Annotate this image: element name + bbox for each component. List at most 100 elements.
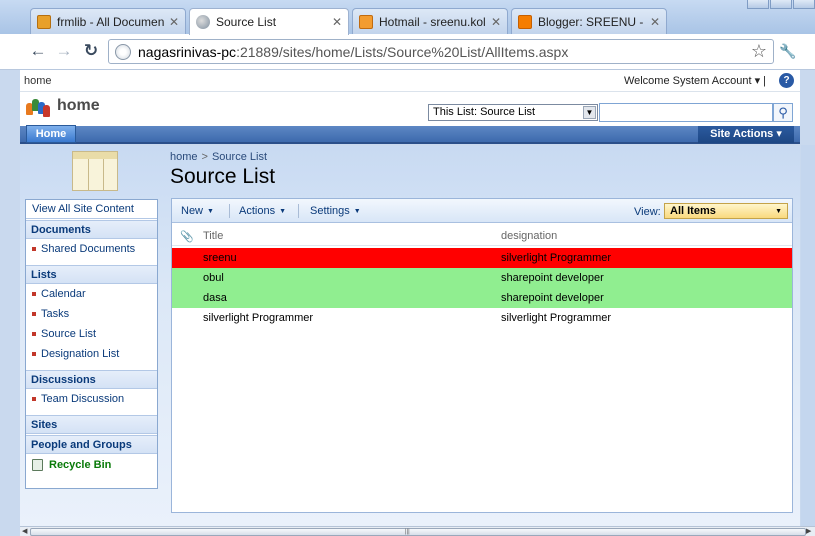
back-button[interactable]: ← <box>27 40 49 62</box>
site-logo-icon <box>26 98 50 118</box>
hotmail-icon <box>359 14 373 29</box>
forward-button[interactable]: → <box>53 40 75 62</box>
star-icon[interactable]: ☆ <box>751 41 767 62</box>
quick-launch: View All Site Content Documents Shared D… <box>25 199 158 489</box>
ql-item-calendar[interactable]: Calendar <box>26 284 157 304</box>
view-all-site-content-link[interactable]: View All Site Content <box>26 200 157 219</box>
tab-title: Blogger: SREENU - C <box>538 14 646 29</box>
vertical-scrollbar[interactable] <box>801 145 815 526</box>
address-bar[interactable]: nagasrinivas-pc:21889/sites/home/Lists/S… <box>108 39 774 64</box>
list-header-row: 📎 Title designation <box>172 226 792 246</box>
table-row[interactable]: silverlight Programmer silverlight Progr… <box>172 308 792 328</box>
site-actions-menu[interactable]: Site Actions ▾ <box>698 126 794 143</box>
sp-body: View All Site Content Documents Shared D… <box>20 146 800 526</box>
tab-title: Hotmail - sreenu.kol <box>379 14 486 29</box>
ql-item-tasks[interactable]: Tasks <box>26 304 157 324</box>
new-menu[interactable]: New ▼ <box>181 205 214 217</box>
scroll-left-arrow-icon[interactable]: ◀ <box>22 527 27 535</box>
reload-button[interactable]: ↻ <box>80 40 102 62</box>
chevron-down-icon: ▼ <box>775 208 782 215</box>
ql-heading-lists[interactable]: Lists <box>26 265 157 284</box>
table-row[interactable]: dasa sharepoint developer <box>172 288 792 308</box>
recycle-bin-icon <box>32 459 43 471</box>
chevron-down-icon: ▼ <box>207 208 214 215</box>
search-input[interactable] <box>599 103 773 122</box>
table-row[interactable]: sreenu silverlight Programmer <box>172 248 792 268</box>
column-header-designation[interactable]: designation <box>501 230 557 242</box>
browser-tabstrip: frmlib - All Documen ✕ Source List ✕ Hot… <box>0 0 815 35</box>
close-window-button[interactable] <box>793 0 815 9</box>
search-scope-value: This List: Source List <box>433 106 536 118</box>
wrench-icon[interactable]: 🔧 <box>777 40 799 62</box>
cell-title[interactable]: dasa <box>203 292 227 304</box>
top-navigation: Home Site Actions ▾ <box>20 125 800 144</box>
url-host: nagasrinivas-pc <box>138 43 237 60</box>
cell-designation: sharepoint developer <box>501 272 604 284</box>
help-icon[interactable]: ? <box>779 73 794 88</box>
view-select[interactable]: All Items ▼ <box>664 203 788 219</box>
frmlib-icon <box>37 14 51 29</box>
window-controls <box>746 0 815 10</box>
maximize-button[interactable] <box>770 0 792 9</box>
recycle-bin-link[interactable]: Recycle Bin <box>26 454 157 476</box>
chevron-down-icon: ▼ <box>353 208 361 215</box>
ql-item-team-discussion[interactable]: Team Discussion <box>26 389 157 409</box>
cell-designation: silverlight Programmer <box>501 252 612 264</box>
cell-title[interactable]: silverlight Programmer <box>203 312 313 324</box>
tab-blogger[interactable]: Blogger: SREENU - C ✕ <box>511 8 667 34</box>
ql-heading-sites[interactable]: Sites <box>26 415 157 434</box>
close-icon[interactable]: ✕ <box>491 15 501 29</box>
url-path: :21889/sites/home/Lists/Source%20List/Al… <box>236 43 569 60</box>
ql-item-shared-documents[interactable]: Shared Documents <box>26 239 157 259</box>
top-home-link[interactable]: home <box>24 75 52 87</box>
scroll-right-arrow-icon[interactable]: ▶ <box>806 527 811 535</box>
minimize-button[interactable] <box>747 0 769 9</box>
search-icon[interactable]: ⚲ <box>773 103 793 122</box>
breadcrumb-source-list[interactable]: Source List <box>212 151 267 163</box>
grip-icon: ||| <box>405 529 410 535</box>
chevron-down-icon: ▼ <box>279 208 287 215</box>
chevron-down-icon: ▼ <box>583 106 596 119</box>
tab-home[interactable]: Home <box>26 125 76 143</box>
tab-hotmail[interactable]: Hotmail - sreenu.kol ✕ <box>352 8 508 34</box>
cell-designation: sharepoint developer <box>501 292 604 304</box>
cell-designation: silverlight Programmer <box>501 312 612 324</box>
search-scope-select[interactable]: This List: Source List ▼ <box>428 104 598 121</box>
sp-top-bar: home Welcome System Account ▾ | ? <box>20 70 800 92</box>
page-title: Source List <box>170 165 276 188</box>
ql-item-designation-list[interactable]: Designation List <box>26 344 157 364</box>
ql-heading-documents[interactable]: Documents <box>26 220 157 239</box>
site-title[interactable]: home <box>57 97 100 115</box>
list-toolbar: New ▼ Actions ▼ Settings ▼ View: All Items … <box>172 199 792 223</box>
sharepoint-page-icon <box>196 15 210 29</box>
scrollbar-thumb[interactable] <box>30 528 806 536</box>
ql-heading-discussions[interactable]: Discussions <box>26 370 157 389</box>
list-view: New ▼ Actions ▼ Settings ▼ View: All Items … <box>171 198 793 513</box>
tab-source-list[interactable]: Source List ✕ <box>189 8 349 35</box>
cell-title[interactable]: obul <box>203 272 224 284</box>
list-icon <box>68 149 123 194</box>
actions-menu[interactable]: Actions ▼ <box>239 205 286 217</box>
blogger-icon <box>518 14 532 29</box>
welcome-menu[interactable]: Welcome System Account ▾ | <box>624 74 766 87</box>
page-icon <box>115 43 131 60</box>
browser-toolbar: ← → ↻ nagasrinivas-pc:21889/sites/home/L… <box>0 34 815 70</box>
breadcrumb: home > Source List <box>170 151 267 163</box>
ql-item-source-list[interactable]: Source List <box>26 324 157 344</box>
attachment-icon[interactable]: 📎 <box>180 230 194 243</box>
cell-title[interactable]: sreenu <box>203 252 237 264</box>
close-icon[interactable]: ✕ <box>650 15 660 29</box>
sp-header: home This List: Source List ▼ ⚲ <box>20 92 800 126</box>
table-row[interactable]: obul sharepoint developer <box>172 268 792 288</box>
tab-title: frmlib - All Documen <box>57 14 165 29</box>
ql-heading-people-and-groups[interactable]: People and Groups <box>26 435 157 454</box>
close-icon[interactable]: ✕ <box>332 15 342 29</box>
close-icon[interactable]: ✕ <box>169 15 179 29</box>
breadcrumb-home[interactable]: home <box>170 151 198 163</box>
column-header-title[interactable]: Title <box>203 230 223 242</box>
tab-frmlib[interactable]: frmlib - All Documen ✕ <box>30 8 186 34</box>
horizontal-scrollbar[interactable]: ◀ ||| ▶ <box>20 526 815 536</box>
tab-title: Source List <box>216 15 277 29</box>
view-label: View: <box>634 206 661 218</box>
settings-menu[interactable]: Settings ▼ <box>310 205 361 217</box>
